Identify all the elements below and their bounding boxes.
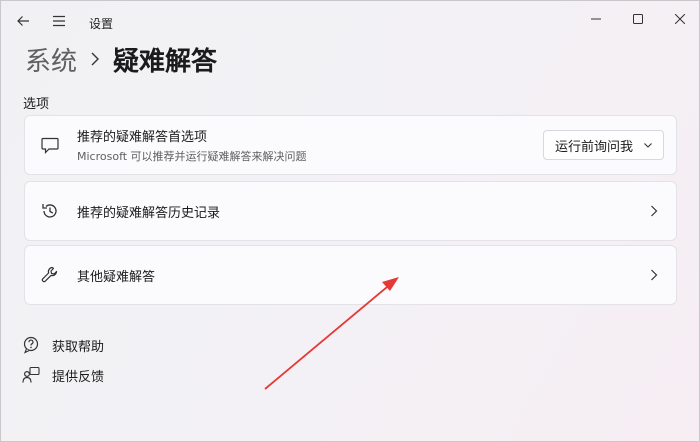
section-label-options: 选项	[23, 97, 50, 112]
close-icon	[675, 14, 685, 24]
feedback-icon	[21, 365, 41, 385]
hamburger-menu-icon	[53, 15, 65, 27]
maximize-button[interactable]	[615, 5, 661, 33]
card-text: 其他疑难解答	[77, 266, 155, 285]
page-title: 疑难解答	[113, 46, 218, 77]
breadcrumb-parent[interactable]: 系统	[25, 41, 77, 78]
back-arrow-icon	[17, 16, 29, 26]
breadcrumb: 系统 疑难解答	[25, 39, 217, 79]
chevron-right-icon	[648, 203, 660, 219]
card-title: 推荐的疑难解答历史记录	[77, 205, 221, 221]
card-title: 推荐的疑难解答首选项	[77, 130, 208, 145]
wrench-icon	[39, 264, 61, 286]
breadcrumb-separator	[91, 52, 100, 66]
chevron-right-icon	[648, 267, 660, 283]
help-icon	[21, 335, 41, 355]
get-help-label: 获取帮助	[52, 339, 105, 355]
settings-window: 设置 系统 疑难解答 选项 推荐的疑难解答首选项 Microsoft 可以推荐并…	[0, 0, 700, 442]
chevron-down-icon	[644, 143, 652, 148]
card-title: 其他疑难解答	[77, 269, 156, 285]
dropdown-selected-value: 运行前询问我	[555, 139, 634, 155]
minimize-icon	[591, 18, 601, 20]
card-text: 推荐的疑难解答历史记录	[77, 202, 220, 221]
give-feedback-label: 提供反馈	[52, 369, 105, 385]
give-feedback-link[interactable]: 提供反馈	[21, 365, 104, 385]
minimize-button[interactable]	[573, 5, 619, 33]
get-help-link[interactable]: 获取帮助	[21, 335, 104, 355]
back-button[interactable]	[9, 7, 37, 35]
app-title: 设置	[89, 17, 114, 31]
chevron-right-icon	[91, 52, 100, 66]
chat-bubble-icon	[39, 134, 61, 156]
history-icon	[39, 200, 61, 222]
menu-button[interactable]	[45, 7, 73, 35]
close-button[interactable]	[657, 5, 699, 33]
card-other-troubleshooters[interactable]: 其他疑难解答	[24, 245, 677, 305]
card-text: 推荐的疑难解答首选项 Microsoft 可以推荐并运行疑难解答来解决问题	[77, 126, 307, 164]
card-subtitle: Microsoft 可以推荐并运行疑难解答来解决问题	[77, 150, 307, 163]
preference-dropdown[interactable]: 运行前询问我	[543, 130, 664, 160]
card-troubleshoot-history[interactable]: 推荐的疑难解答历史记录	[24, 181, 677, 241]
card-recommended-preferences: 推荐的疑难解答首选项 Microsoft 可以推荐并运行疑难解答来解决问题 运行…	[24, 115, 677, 175]
maximize-icon	[633, 14, 643, 24]
